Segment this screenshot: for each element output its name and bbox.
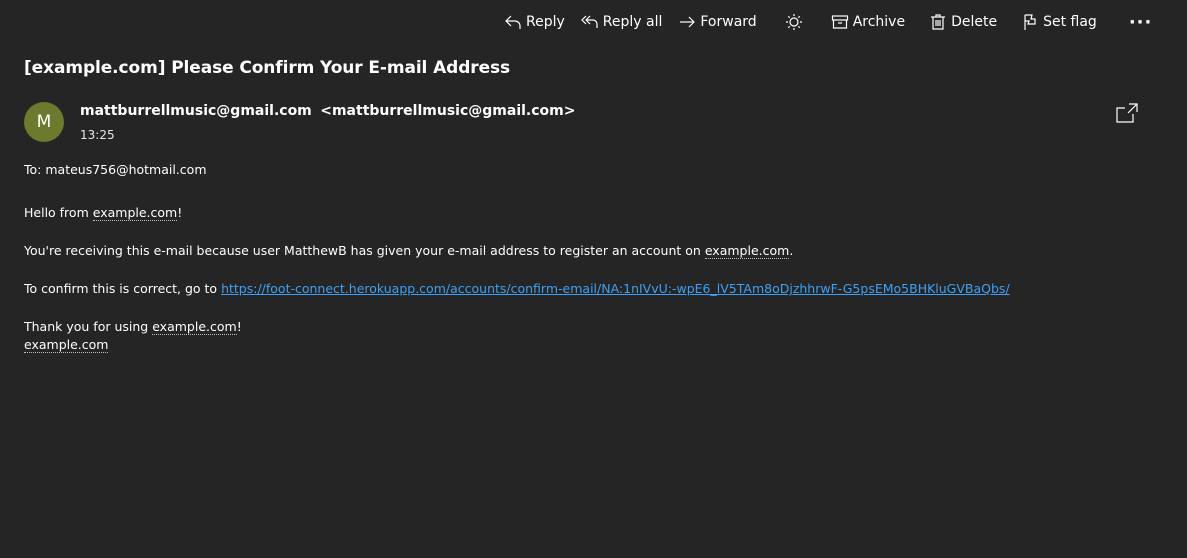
to-address[interactable]: mateus756@hotmail.com [45, 162, 206, 177]
email-body: Hello from example.com! You're receiving… [24, 204, 1154, 354]
message-toolbar: Reply Reply all Forward Archive Delete S… [496, 8, 1160, 36]
forward-icon [680, 16, 696, 28]
forward-button[interactable]: Forward [670, 8, 764, 36]
domain-link[interactable]: example.com [704, 243, 790, 259]
sender-address[interactable]: <mattburrellmusic@gmail.com> [320, 103, 575, 119]
reason-text: You're receiving this e-mail because use… [24, 243, 705, 258]
reply-label: Reply [526, 14, 565, 30]
theme-toggle-button[interactable] [777, 8, 811, 36]
reply-button[interactable]: Reply [496, 8, 573, 36]
set-flag-button[interactable]: Set flag [1013, 8, 1105, 36]
thanks-text: Thank you for using [24, 319, 153, 334]
signature-line: example.com [24, 336, 1154, 354]
reply-all-button[interactable]: Reply all [573, 8, 671, 36]
more-icon: ··· [1128, 11, 1153, 33]
to-label: To: [24, 162, 42, 177]
reply-all-label: Reply all [602, 14, 663, 30]
domain-link[interactable]: example.com [92, 205, 178, 221]
sun-icon [785, 14, 802, 30]
greeting-paragraph: Hello from example.com! [24, 204, 1154, 222]
greeting-text: Hello from [24, 205, 93, 220]
delete-label: Delete [951, 14, 998, 30]
archive-icon [831, 15, 848, 29]
confirm-text: To confirm this is correct, go to [24, 281, 222, 296]
set-flag-label: Set flag [1043, 14, 1097, 30]
confirm-email-link[interactable]: https://foot-connect.herokuapp.com/accou… [221, 281, 1010, 296]
reply-all-icon [580, 15, 598, 28]
reason-suffix: . [789, 243, 794, 258]
reason-paragraph: You're receiving this e-mail because use… [24, 242, 1154, 260]
reply-icon [505, 15, 521, 29]
delete-button[interactable]: Delete [921, 8, 1005, 36]
email-subject: [example.com] Please Confirm Your E-mail… [24, 58, 511, 78]
popout-icon [1116, 103, 1138, 123]
sender-name[interactable]: mattburrellmusic@gmail.com [80, 103, 312, 119]
forward-label: Forward [700, 14, 757, 30]
flag-icon [1024, 14, 1036, 30]
archive-button[interactable]: Archive [823, 8, 913, 36]
thanks-suffix: ! [236, 319, 242, 334]
thanks-paragraph: Thank you for using example.com! [24, 318, 1154, 336]
signature-link[interactable]: example.com [24, 337, 109, 353]
trash-icon [931, 14, 946, 30]
avatar[interactable]: M [24, 102, 64, 142]
confirm-paragraph: To confirm this is correct, go to https:… [24, 280, 1154, 298]
archive-label: Archive [852, 14, 906, 30]
open-in-new-window-button[interactable] [1115, 101, 1141, 127]
received-time: 13:25 [80, 128, 115, 142]
more-actions-button[interactable]: ··· [1121, 8, 1161, 36]
recipient-line: To: mateus756@hotmail.com [24, 162, 207, 177]
sender-line: mattburrellmusic@gmail.com <mattburrellm… [80, 103, 575, 119]
greeting-suffix: ! [177, 205, 183, 220]
domain-link[interactable]: example.com [152, 319, 237, 335]
